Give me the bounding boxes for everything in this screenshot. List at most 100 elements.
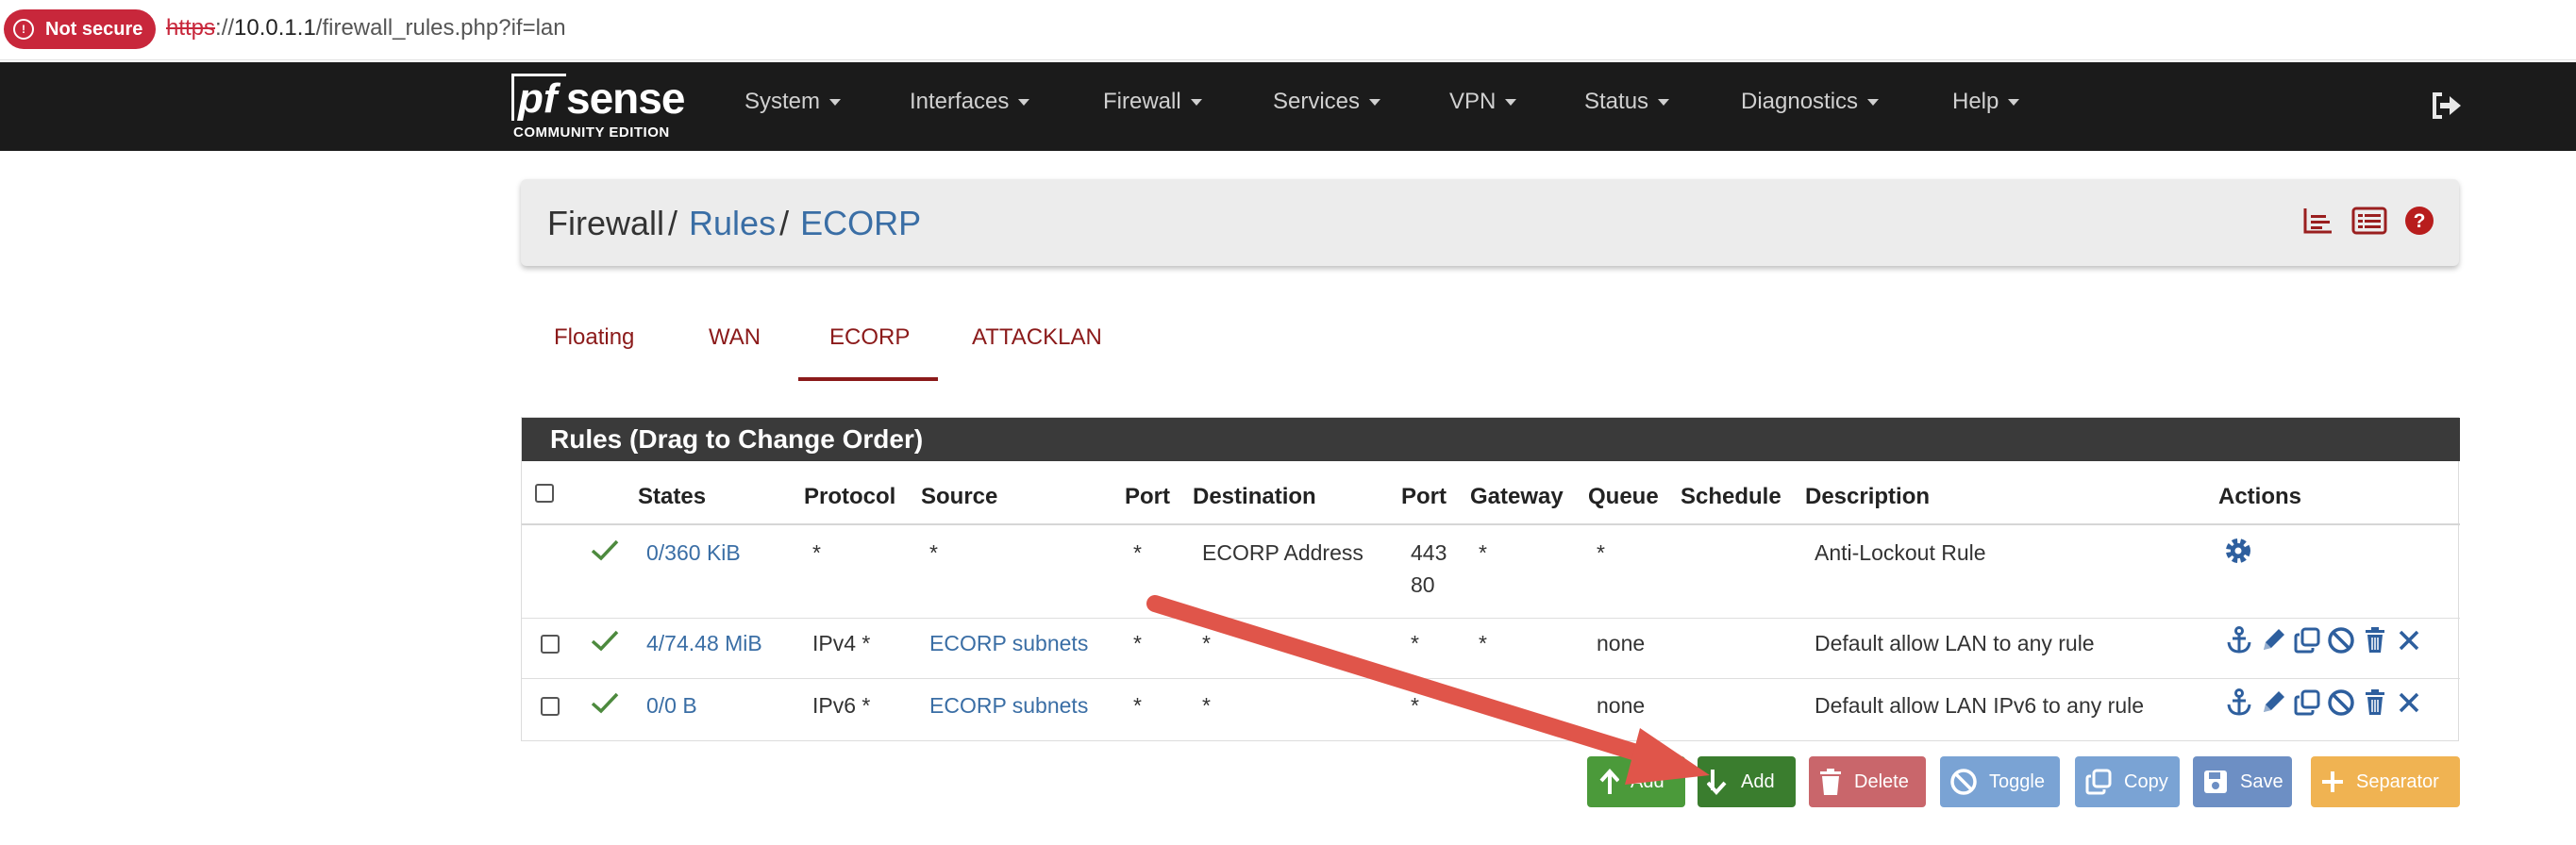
col-description: Description	[1805, 484, 1931, 509]
edit-pencil-icon[interactable]	[2258, 688, 2288, 718]
ban-icon	[1950, 769, 1977, 795]
list-icon[interactable]	[2351, 206, 2387, 236]
pfsense-logo[interactable]: pf sense COMMUNITY EDITION	[511, 70, 696, 145]
cell-protocol: IPv4 *	[812, 631, 871, 655]
add-top-button[interactable]: Add	[1587, 756, 1685, 807]
breadcrumb-ecorp-link[interactable]: ECORP	[800, 204, 921, 242]
url-host: 10.0.1.1	[234, 15, 316, 41]
gear-icon[interactable]	[2222, 535, 2254, 567]
chart-icon[interactable]	[2302, 206, 2334, 236]
nav-item-firewall[interactable]: Firewall	[1103, 89, 1202, 115]
cell-source-port: *	[1133, 631, 1142, 655]
cell-source-port: *	[1133, 693, 1142, 718]
address-bar[interactable]: ! Not secure https://10.0.1.1/firewall_r…	[0, 0, 2576, 60]
breadcrumb-sep: /	[779, 204, 790, 242]
caret-down-icon	[1658, 98, 1670, 106]
nav-item-interfaces[interactable]: Interfaces	[910, 89, 1030, 115]
cell-destination: ECORP Address	[1202, 540, 1363, 565]
not-secure-label: Not secure	[45, 18, 143, 40]
check-pass-icon	[591, 692, 619, 714]
nav-item-system[interactable]: System	[744, 89, 842, 115]
delete-button[interactable]: Delete	[1809, 756, 1926, 807]
nav-label: Firewall	[1103, 89, 1181, 114]
cell-states[interactable]: 0/0 B	[646, 693, 697, 719]
cell-gateway: *	[1479, 540, 1487, 565]
breadcrumb-firewall: Firewall	[547, 204, 665, 242]
nav-item-services[interactable]: Services	[1273, 89, 1381, 115]
not-secure-badge[interactable]: ! Not secure	[4, 9, 157, 49]
disable-ban-icon[interactable]	[2326, 688, 2356, 718]
save-button[interactable]: Save	[2193, 756, 2292, 807]
cell-states[interactable]: 4/74.48 MiB	[646, 631, 762, 656]
cell-source[interactable]: ECORP subnets	[929, 631, 1088, 656]
col-states: States	[638, 484, 707, 509]
tab-floating[interactable]: Floating	[554, 324, 634, 351]
cell-destination: *	[1202, 693, 1211, 718]
separator-button[interactable]: Separator	[2311, 756, 2460, 807]
cell-queue: none	[1597, 693, 1646, 718]
cell-dest-port: 443	[1411, 540, 1447, 565]
url-path: /firewall_rules.php?if=lan	[315, 15, 566, 41]
nav-item-vpn[interactable]: VPN	[1449, 89, 1517, 115]
nav-item-status[interactable]: Status	[1584, 89, 1670, 115]
delete-x-icon[interactable]	[2394, 688, 2424, 718]
url-scheme: https	[166, 15, 216, 41]
disable-ban-icon[interactable]	[2326, 625, 2356, 655]
cell-destination: *	[1202, 631, 1211, 655]
floppy-disk-icon	[2204, 770, 2227, 793]
trash-icon[interactable]	[2360, 625, 2390, 655]
check-pass-icon	[591, 539, 619, 561]
tab-ecorp[interactable]: ECORP	[829, 324, 910, 351]
nav-item-diagnostics[interactable]: Diagnostics	[1741, 89, 1880, 115]
row-divider	[522, 678, 2460, 679]
cell-source-port: *	[1133, 540, 1142, 565]
caret-down-icon	[1867, 98, 1880, 106]
cell-source[interactable]: ECORP subnets	[929, 693, 1088, 719]
breadcrumb: Firewall / Rules / ECORP	[547, 204, 921, 243]
add-top-label: Add	[1631, 770, 1664, 792]
breadcrumb-rules-link[interactable]: Rules	[689, 204, 776, 242]
anchor-icon[interactable]	[2224, 625, 2254, 655]
save-label: Save	[2240, 770, 2283, 792]
delete-x-icon[interactable]	[2394, 625, 2424, 655]
logout-icon[interactable]	[2427, 87, 2465, 124]
row-checkbox[interactable]	[541, 697, 560, 716]
copy-button[interactable]: Copy	[2075, 756, 2180, 807]
tab-attacklan[interactable]: ATTACKLAN	[972, 324, 1102, 351]
url-text[interactable]: https://10.0.1.1/firewall_rules.php?if=l…	[166, 15, 566, 41]
help-icon[interactable]: ?	[2404, 206, 2434, 236]
delete-label: Delete	[1854, 770, 1909, 792]
plus-icon	[2322, 771, 2343, 792]
url-separator: ://	[215, 15, 235, 41]
trash-icon[interactable]	[2360, 688, 2390, 718]
copy-icon	[2085, 769, 2112, 795]
nav-label: Interfaces	[910, 89, 1010, 114]
cell-dest-port: *	[1411, 631, 1419, 655]
header-divider	[522, 523, 2460, 525]
nav-label: Status	[1584, 89, 1649, 114]
add-bottom-button[interactable]: Add	[1698, 756, 1796, 807]
cell-description: Default allow LAN to any rule	[1815, 631, 2095, 655]
nav-label: Help	[1952, 89, 1999, 114]
nav-label: Services	[1273, 89, 1361, 114]
active-tab-indicator	[798, 377, 938, 381]
select-all-checkbox[interactable]	[535, 484, 554, 503]
logo-subtitle: COMMUNITY EDITION	[513, 124, 670, 141]
toggle-button[interactable]: Toggle	[1940, 756, 2060, 807]
check-pass-icon	[591, 630, 619, 652]
cell-gateway: *	[1479, 631, 1487, 655]
copy-icon[interactable]	[2292, 688, 2322, 718]
row-actions	[2224, 688, 2424, 718]
copy-label: Copy	[2124, 770, 2168, 792]
row-checkbox[interactable]	[541, 635, 560, 654]
edit-pencil-icon[interactable]	[2258, 625, 2288, 655]
nav-item-help[interactable]: Help	[1952, 89, 2020, 115]
cell-source: *	[929, 540, 938, 565]
tab-wan[interactable]: WAN	[709, 324, 761, 351]
copy-icon[interactable]	[2292, 625, 2322, 655]
toggle-label: Toggle	[1989, 770, 2045, 792]
anchor-icon[interactable]	[2224, 688, 2254, 718]
col-schedule: Schedule	[1681, 484, 1781, 509]
cell-states[interactable]: 0/360 KiB	[646, 540, 741, 566]
logo-pf: pf	[511, 74, 566, 122]
